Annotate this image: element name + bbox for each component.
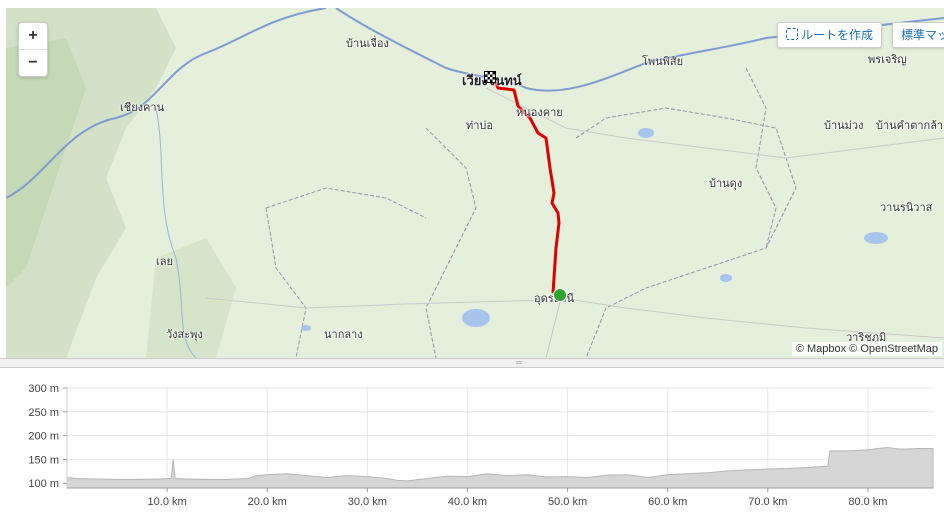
place-label: บ้านเจื่อง	[346, 37, 389, 50]
create-route-label: ルートを作成	[800, 28, 873, 42]
x-tick-label: 60.0 km	[648, 496, 687, 508]
chart-area	[66, 446, 934, 489]
elevation-area	[66, 446, 934, 489]
y-tick-label: 300 m	[28, 383, 59, 395]
x-tick-label: 40.0 km	[448, 496, 487, 508]
place-label: วังสะพุง	[166, 328, 203, 341]
place-label: พรเจริญ	[868, 53, 907, 66]
x-tick-label: 70.0 km	[748, 496, 787, 508]
y-tick-label: 150 m	[28, 454, 59, 466]
x-tick-label: 50.0 km	[548, 496, 587, 508]
map-style-button[interactable]: 標準マッ	[892, 22, 944, 48]
place-label: ท่าบ่อ	[466, 119, 494, 132]
drag-grip-icon: ═	[516, 358, 522, 367]
y-tick-label: 250 m	[28, 407, 59, 419]
route-dots-icon	[785, 28, 798, 40]
place-label: นากลาง	[324, 328, 363, 341]
start-marker-icon[interactable]	[553, 288, 567, 302]
place-label: เลย	[156, 255, 173, 268]
x-tick-label: 20.0 km	[248, 496, 287, 508]
resize-handle[interactable]: ═	[0, 358, 944, 368]
y-tick-label: 200 m	[28, 431, 59, 443]
place-label: บ้านม่วง	[824, 119, 864, 132]
x-tick-label: 10.0 km	[148, 496, 187, 508]
map-attribution[interactable]: © Mapbox © OpenStreetMap	[791, 342, 942, 356]
elevation-chart[interactable]: 100 m 150 m 200 m 250 m 300 m 10.0 km 20.0 km 3…	[0, 368, 944, 523]
place-label: หนองคาย	[516, 106, 563, 119]
place-label: บ้านคำตากล้า	[876, 119, 944, 132]
chart-axes: 100 m 150 m 200 m 250 m 300 m 10.0 km 20.0 km 3…	[28, 383, 933, 508]
place-label: โพนพิสัย	[642, 55, 684, 68]
x-tick-label: 30.0 km	[348, 496, 387, 508]
place-label: วานรนิวาส	[880, 201, 933, 214]
map-terrain	[6, 8, 944, 358]
route-map[interactable]: บ้านเจื่อง โพนพิสัย พรเจริญ เชียงคาน หนอ…	[6, 8, 944, 358]
zoom-control: + −	[18, 22, 48, 77]
x-tick-label: 80.0 km	[848, 496, 887, 508]
place-label: บ้านดุง	[709, 177, 743, 190]
finish-flag-icon[interactable]	[484, 71, 496, 83]
zoom-in-button[interactable]: +	[19, 23, 47, 49]
y-tick-label: 100 m	[28, 478, 59, 490]
create-route-button[interactable]: ルートを作成	[776, 22, 882, 48]
place-label: เชียงคาน	[120, 101, 165, 114]
zoom-out-button[interactable]: −	[19, 49, 47, 76]
